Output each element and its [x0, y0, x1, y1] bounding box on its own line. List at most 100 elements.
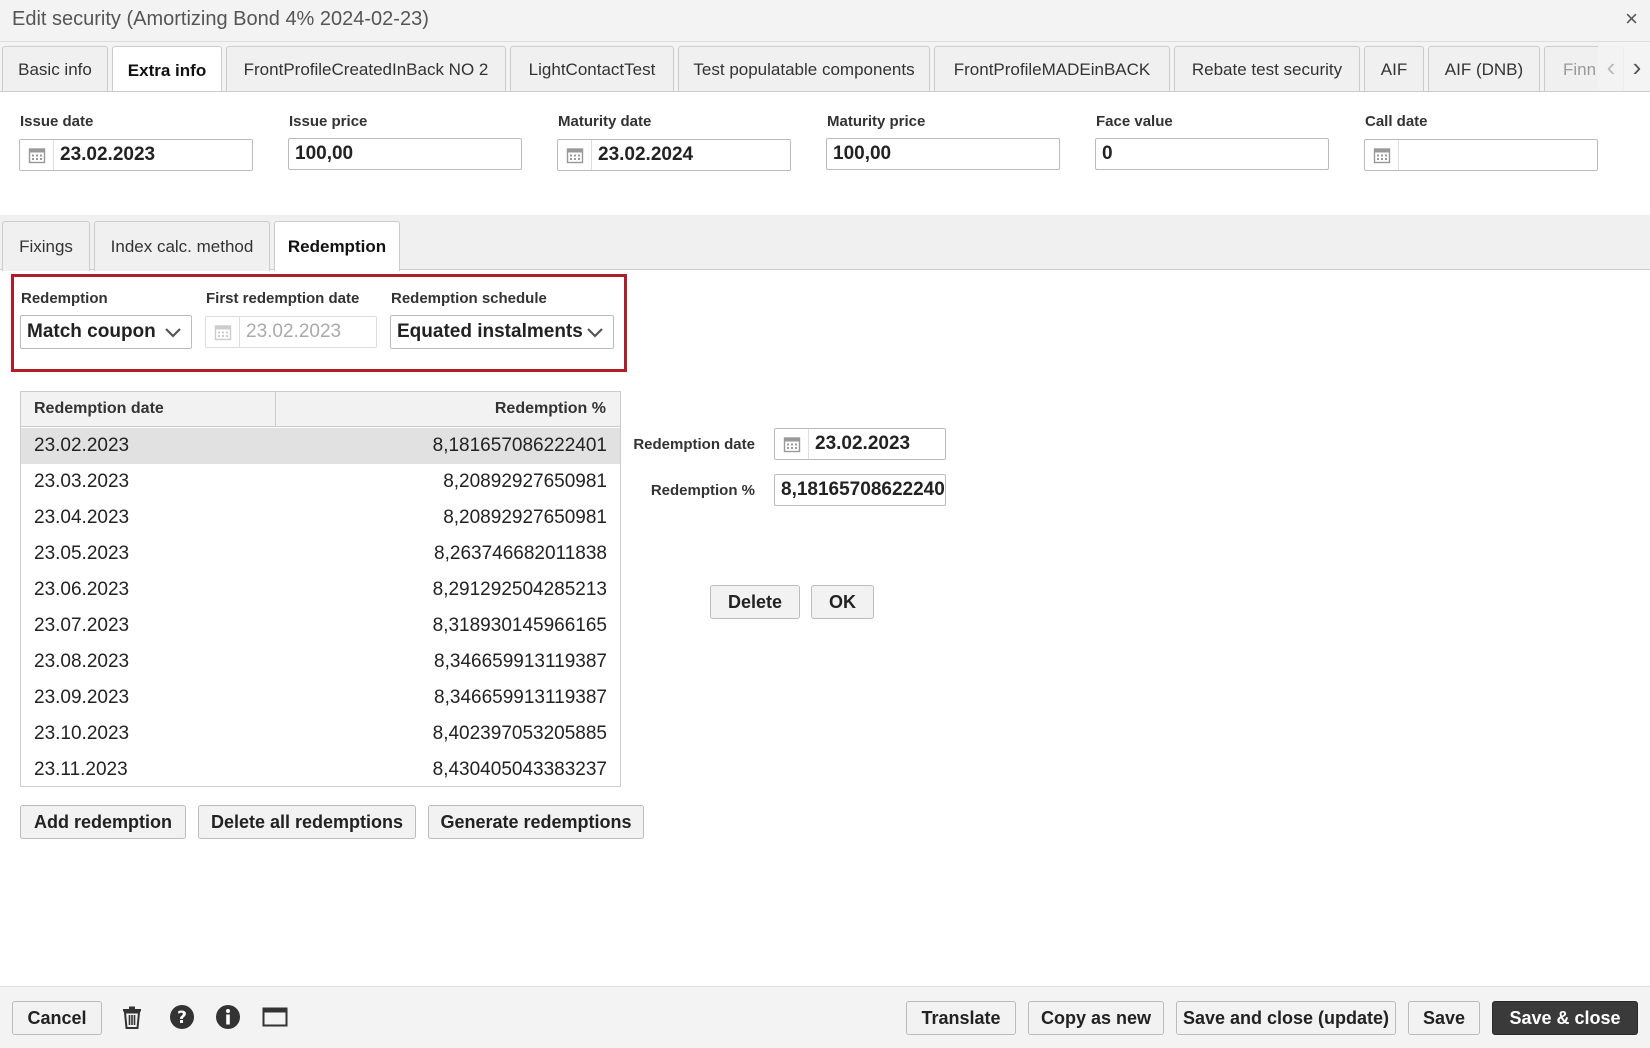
copy-as-new-button[interactable]: Copy as new: [1028, 1001, 1164, 1035]
call-date-field[interactable]: [1364, 139, 1598, 171]
table-row[interactable]: 23.09.2023 8,346659913119387: [21, 680, 620, 716]
generate-redemptions-button[interactable]: Generate redemptions: [428, 805, 644, 839]
editor-redemption-pct-field[interactable]: 8,181657086222401: [774, 474, 946, 506]
cell-pct: 8,20892927650981: [443, 507, 607, 528]
table-row[interactable]: 23.10.2023 8,402397053205885: [21, 716, 620, 752]
calendar-icon: [206, 317, 240, 347]
issue-date-field[interactable]: 23.02.2023: [19, 139, 253, 171]
maturity-date-label: Maturity date: [558, 113, 652, 130]
cell-date: 23.10.2023: [34, 723, 130, 744]
face-value-field[interactable]: 0: [1095, 138, 1329, 170]
cell-pct: 8,291292504285213: [432, 579, 607, 600]
calendar-icon[interactable]: [558, 140, 592, 170]
cell-pct: 8,318930145966165: [432, 615, 607, 636]
calendar-icon[interactable]: [1365, 140, 1399, 170]
footer-bar: [0, 986, 1650, 1048]
editor-redemption-date-label: Redemption date: [633, 436, 755, 453]
close-icon[interactable]: ×: [1625, 6, 1638, 32]
save-and-close-update-button[interactable]: Save and close (update): [1176, 1001, 1396, 1035]
table-row[interactable]: 23.11.2023 8,430405043383237: [21, 752, 620, 786]
tab-frontprofile-created[interactable]: FrontProfileCreatedInBack NO 2: [226, 46, 506, 91]
issue-price-label: Issue price: [289, 113, 368, 130]
tab-index-calc-method[interactable]: Index calc. method: [94, 221, 270, 271]
cell-pct: 8,181657086222401: [432, 435, 607, 456]
table-row[interactable]: 23.08.2023 8,346659913119387: [21, 644, 620, 680]
delete-button[interactable]: Delete: [710, 585, 800, 619]
table-row[interactable]: 23.03.2023 8,20892927650981: [21, 464, 620, 500]
tab-rebate-test[interactable]: Rebate test security: [1174, 46, 1360, 91]
chevron-right-icon[interactable]: ›: [1633, 54, 1642, 80]
redemption-schedule-label: Redemption schedule: [391, 290, 547, 307]
tab-test-populatable[interactable]: Test populatable components: [678, 46, 930, 91]
cancel-button[interactable]: Cancel: [12, 1001, 102, 1035]
save-button[interactable]: Save: [1408, 1001, 1480, 1035]
translate-button[interactable]: Translate: [906, 1001, 1016, 1035]
table-header: Redemption date Redemption %: [21, 392, 620, 427]
cell-pct: 8,402397053205885: [432, 723, 607, 744]
maturity-date-field[interactable]: 23.02.2024: [557, 139, 791, 171]
cell-pct: 8,346659913119387: [434, 651, 607, 672]
table-row[interactable]: 23.07.2023 8,318930145966165: [21, 608, 620, 644]
tab-aif-dnb[interactable]: AIF (DNB): [1428, 46, 1540, 91]
redemption-select[interactable]: Match coupon: [20, 315, 192, 349]
redemption-select-value: Match coupon: [27, 321, 156, 342]
tab-frontprofile-made[interactable]: FrontProfileMADEinBACK: [934, 46, 1170, 91]
calendar-icon[interactable]: [20, 140, 54, 170]
cell-pct: 8,263746682011838: [434, 543, 607, 564]
call-date-label: Call date: [1365, 113, 1428, 130]
tab-lightcontacttest[interactable]: LightContactTest: [510, 46, 674, 91]
chevron-down-icon: [587, 328, 603, 338]
cell-pct: 8,20892927650981: [443, 471, 607, 492]
column-divider[interactable]: [275, 392, 276, 427]
title-bar: Edit security (Amortizing Bond 4% 2024-0…: [0, 0, 1650, 42]
chevron-left-icon[interactable]: ‹: [1607, 54, 1616, 80]
issue-price-field[interactable]: 100,00: [288, 138, 522, 170]
table-row[interactable]: 23.06.2023 8,291292504285213: [21, 572, 620, 608]
trash-icon[interactable]: [118, 1003, 146, 1031]
calendar-icon[interactable]: [775, 429, 809, 459]
tab-basic-info[interactable]: Basic info: [2, 46, 108, 91]
cell-date: 23.05.2023: [34, 543, 130, 564]
top-tab-bar: Basic info Extra info FrontProfileCreate…: [0, 42, 1650, 92]
svg-text:?: ?: [177, 1008, 187, 1028]
add-redemption-button[interactable]: Add redemption: [20, 805, 186, 839]
tab-aif[interactable]: AIF: [1364, 46, 1424, 91]
chevron-down-icon: [165, 328, 181, 338]
save-and-close-button[interactable]: Save & close: [1492, 1001, 1638, 1035]
tab-redemption[interactable]: Redemption: [274, 221, 400, 271]
cell-date: 23.03.2023: [34, 471, 130, 492]
redemption-schedule-value: Equated instalments: [397, 321, 583, 342]
info-icon[interactable]: [214, 1003, 242, 1031]
cell-date: 23.07.2023: [34, 615, 130, 636]
edit-security-dialog: Edit security (Amortizing Bond 4% 2024-0…: [0, 0, 1650, 1048]
table-row[interactable]: 23.05.2023 8,263746682011838: [21, 536, 620, 572]
cell-date: 23.04.2023: [34, 507, 130, 528]
cell-date: 23.08.2023: [34, 651, 130, 672]
dialog-title: Edit security (Amortizing Bond 4% 2024-0…: [12, 8, 429, 30]
maturity-date-value: 23.02.2024: [598, 144, 694, 165]
redemption-table: Redemption date Redemption % 23.02.2023 8…: [20, 391, 621, 787]
cell-date: 23.02.2023: [34, 435, 130, 456]
first-redemption-date-field: 23.02.2023: [205, 316, 377, 348]
first-redemption-date-label: First redemption date: [206, 290, 360, 307]
table-row[interactable]: 23.02.2023 8,181657086222401: [21, 428, 620, 464]
maturity-price-field[interactable]: 100,00: [826, 138, 1060, 170]
help-icon[interactable]: ?: [168, 1003, 196, 1031]
face-value-label: Face value: [1096, 113, 1173, 130]
redemption-schedule-select[interactable]: Equated instalments: [390, 315, 614, 349]
tab-extra-info[interactable]: Extra info: [112, 46, 222, 91]
editor-redemption-date-value: 23.02.2023: [815, 433, 911, 454]
tab-scroll-arrows: ‹ ›: [1598, 42, 1650, 91]
issue-date-label: Issue date: [20, 113, 94, 130]
tab-fixings[interactable]: Fixings: [2, 221, 90, 271]
col-header-redemption-pct[interactable]: Redemption %: [495, 400, 606, 418]
ok-button[interactable]: OK: [811, 585, 874, 619]
editor-redemption-date-field[interactable]: 23.02.2023: [774, 428, 946, 460]
redemption-label: Redemption: [21, 290, 108, 307]
delete-all-redemptions-button[interactable]: Delete all redemptions: [198, 805, 416, 839]
table-row[interactable]: 23.04.2023 8,20892927650981: [21, 500, 620, 536]
sub-tab-bar: Fixings Index calc. method Redemption: [0, 215, 1650, 271]
cell-pct: 8,346659913119387: [434, 687, 607, 708]
col-header-redemption-date[interactable]: Redemption date: [34, 400, 164, 418]
window-icon[interactable]: [261, 1003, 289, 1031]
